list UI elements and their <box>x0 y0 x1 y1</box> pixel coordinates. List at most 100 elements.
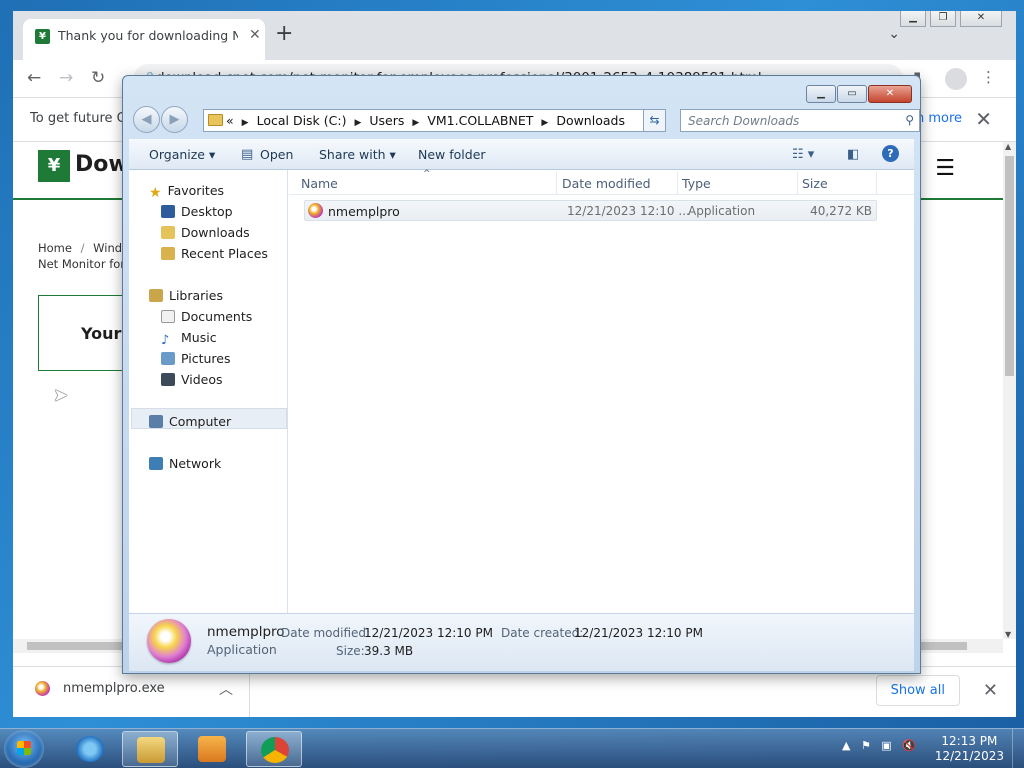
nav-documents[interactable]: Documents <box>161 309 252 324</box>
crumb-downloads[interactable]: Downloads <box>556 113 625 128</box>
nav-documents-label: Documents <box>181 309 253 324</box>
details-size: 39.3 MB <box>364 644 414 658</box>
forward-icon[interactable]: ▶ <box>161 106 188 133</box>
internet-explorer-icon <box>76 736 104 762</box>
details-date-created: 12/21/2023 12:10 PM <box>574 626 703 640</box>
search-icon[interactable]: ⚲ <box>905 113 914 127</box>
file-row[interactable]: nmemplpro 12/21/2023 12:10 ... Applicati… <box>304 200 877 221</box>
taskbar-chrome[interactable] <box>246 731 302 767</box>
tab-close-icon[interactable]: ✕ <box>249 27 261 43</box>
help-icon[interactable]: ? <box>882 145 899 162</box>
column-size[interactable]: Size <box>802 176 828 191</box>
download-favicon-icon: ¥ <box>35 29 50 44</box>
learn-more-link[interactable]: n more <box>916 111 962 126</box>
tab-title: Thank you for downloading Net <box>58 28 238 43</box>
breadcrumb-home[interactable]: Home <box>38 241 72 255</box>
recent-places-icon <box>161 247 175 260</box>
show-desktop-button[interactable] <box>1012 729 1024 768</box>
details-date-modified-label: Date modified: <box>281 626 371 640</box>
menu-kebab-icon[interactable]: ⋮ <box>981 68 996 86</box>
vertical-scrollbar[interactable]: ▲ ▼ <box>1003 142 1016 639</box>
download-item[interactable]: nmemplpro.exe ︿ <box>13 667 250 717</box>
organize-button[interactable]: Organize ▾ <box>149 147 215 162</box>
crumb-user-folder[interactable]: VM1.COLLABNET <box>427 113 533 128</box>
nav-recent-label: Recent Places <box>181 246 268 261</box>
reload-icon[interactable]: ↻ <box>91 68 105 88</box>
column-separator <box>556 172 557 194</box>
show-all-button[interactable]: Show all <box>875 675 960 706</box>
chrome-window-controls: ▁ ❐ ✕ <box>900 11 1002 27</box>
pictures-icon <box>161 352 175 365</box>
nav-desktop[interactable]: Desktop <box>161 204 233 219</box>
explorer-minimize-button[interactable]: ▁ <box>806 85 836 103</box>
back-icon[interactable]: ◀ <box>133 106 160 133</box>
profile-avatar[interactable] <box>945 68 967 90</box>
close-button[interactable]: ✕ <box>960 11 1002 27</box>
browser-tab[interactable]: ¥ Thank you for downloading Net ✕ <box>23 19 265 60</box>
nav-favorites[interactable]: ★ Favorites <box>149 183 224 201</box>
preview-pane-icon[interactable]: ◧ <box>847 147 859 162</box>
column-type[interactable]: Type <box>682 176 711 191</box>
computer-icon <box>149 415 163 428</box>
vertical-scroll-thumb[interactable] <box>1005 156 1014 376</box>
navigation-pane: ★ Favorites Desktop Downloads Recent Plac… <box>129 170 288 613</box>
installer-icon <box>35 681 50 696</box>
chevron-up-icon[interactable]: ︿ <box>219 679 233 699</box>
scroll-down-icon[interactable]: ▼ <box>1005 630 1011 639</box>
explorer-maximize-button[interactable]: ▭ <box>837 85 867 103</box>
nav-music[interactable]: ♪ Music <box>161 330 217 348</box>
site-logo-icon[interactable]: ¥ <box>38 150 70 182</box>
nav-libraries[interactable]: Libraries <box>149 288 223 303</box>
desktop-icon <box>161 205 175 218</box>
music-icon: ♪ <box>161 333 170 348</box>
column-date-modified[interactable]: Date modified <box>562 176 651 191</box>
taskbar-media-player[interactable] <box>184 731 240 767</box>
view-options-icon[interactable]: ☷ ▾ <box>792 147 814 162</box>
explorer-address-bar[interactable]: «▶ Local Disk (C:) ▶ Users ▶ VM1.COLLABNET ▶ Do… <box>203 109 665 132</box>
nav-downloads[interactable]: Downloads <box>161 225 250 240</box>
scroll-up-icon[interactable]: ▲ <box>1005 142 1011 151</box>
explorer-window-controls: ▁ ▭ ✕ <box>806 85 912 103</box>
media-player-icon <box>198 736 226 762</box>
taskbar: ▲ ⚑ ▣ 🔇 12:13 PM 12/21/2023 <box>0 728 1024 768</box>
forward-icon[interactable]: → <box>59 68 73 88</box>
site-name[interactable]: Dow <box>75 152 129 177</box>
nav-videos[interactable]: Videos <box>161 372 223 387</box>
start-button[interactable] <box>4 730 44 768</box>
nav-network[interactable]: Network <box>149 456 221 471</box>
videos-icon <box>161 373 175 386</box>
back-icon[interactable]: ← <box>27 68 41 88</box>
system-tray[interactable]: ▲ ⚑ ▣ 🔇 <box>842 739 916 752</box>
taskbar-ie[interactable] <box>62 731 118 767</box>
tab-strip: ¥ Thank you for downloading Net ✕ + ⌄ ▁ … <box>13 11 1016 60</box>
hamburger-menu-icon[interactable]: ☰ <box>935 156 955 181</box>
nav-computer-label: Computer <box>169 414 232 429</box>
new-folder-button[interactable]: New folder <box>418 147 486 162</box>
restore-button[interactable]: ❐ <box>930 11 956 27</box>
share-with-button[interactable]: Share with ▾ <box>319 147 396 162</box>
nav-pictures[interactable]: Pictures <box>161 351 231 366</box>
file-size: 40,272 KB <box>810 204 872 218</box>
column-separator <box>797 172 798 194</box>
minimize-button[interactable]: ▁ <box>900 11 926 27</box>
crumb-local-disk[interactable]: Local Disk (C:) <box>257 113 347 128</box>
new-tab-icon[interactable]: + <box>275 23 293 45</box>
infobar-close-icon[interactable]: ✕ <box>975 107 992 131</box>
taskbar-explorer[interactable] <box>122 731 178 767</box>
tab-search-chevron-icon[interactable]: ⌄ <box>888 26 900 42</box>
search-box[interactable]: Search Downloads ⚲ <box>680 109 920 132</box>
shelf-close-icon[interactable]: ✕ <box>983 680 998 701</box>
refresh-icon[interactable]: ⇆ <box>643 109 666 132</box>
explorer-close-button[interactable]: ✕ <box>868 85 912 103</box>
nav-downloads-label: Downloads <box>181 225 250 240</box>
clock[interactable]: 12:13 PM 12/21/2023 <box>935 734 1004 764</box>
details-name: nmemplpro <box>207 624 285 640</box>
nav-pictures-label: Pictures <box>181 351 231 366</box>
nav-computer[interactable]: Computer <box>149 414 231 429</box>
open-button[interactable]: Open <box>260 147 293 162</box>
breadcrumb-separator: / <box>80 241 85 255</box>
crumb-users[interactable]: Users <box>369 113 404 128</box>
column-name[interactable]: Name <box>301 176 338 191</box>
address-overflow[interactable]: « <box>226 113 234 128</box>
nav-recent-places[interactable]: Recent Places <box>161 246 268 261</box>
